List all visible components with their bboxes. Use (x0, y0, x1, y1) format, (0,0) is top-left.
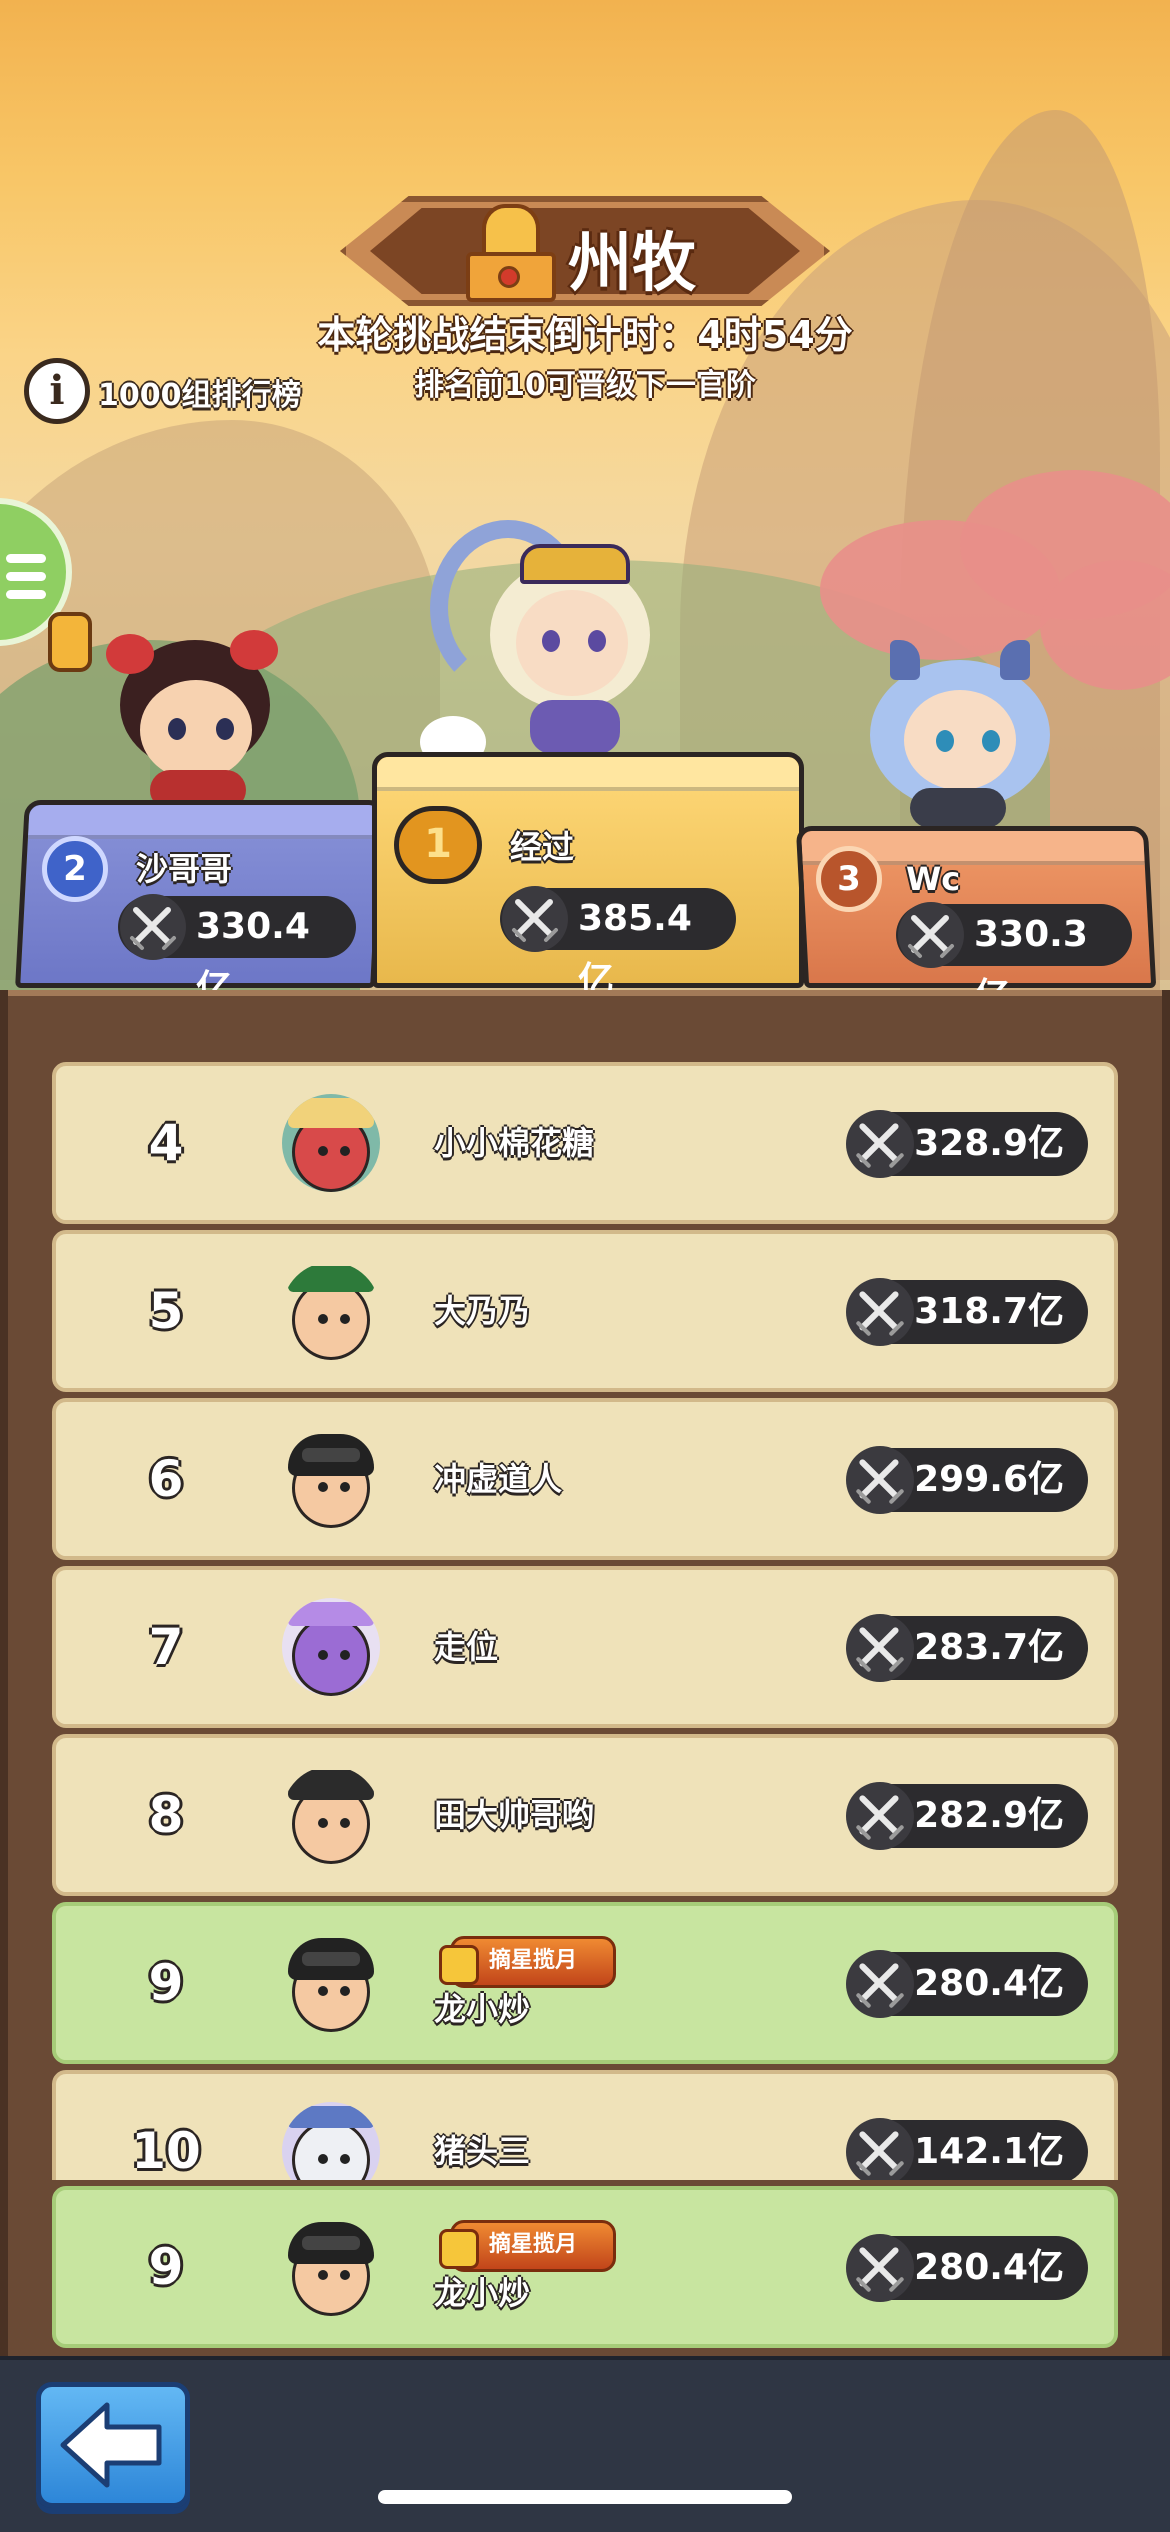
crossed-swords-icon (120, 894, 186, 960)
rank2-character (106, 630, 290, 810)
list-item[interactable]: 7 走位 283.7亿 (52, 1566, 1118, 1728)
crossed-swords-icon (846, 2234, 914, 2302)
avatar (282, 1094, 380, 1192)
power-value: 299.6亿 (914, 1459, 1064, 1500)
list-item[interactable]: 4 小小棉花糖 328.9亿 (52, 1062, 1118, 1224)
podium-name: Wc (906, 860, 961, 898)
crossed-swords-icon (846, 1110, 914, 1178)
leaderboard-header-scene: 州牧 本轮挑战结束倒计时：4时54分 排名前10可晋级下一官阶 i 1000组排… (0, 0, 1170, 990)
list-item[interactable]: 5 大乃乃 318.7亿 (52, 1230, 1118, 1392)
trophy-icon (460, 196, 556, 302)
group-label: 1000组排行榜 (98, 378, 302, 413)
player-name: 冲虚道人 (434, 1460, 563, 1498)
player-name: 猪头三 (434, 2132, 531, 2170)
power-value: 328.9亿 (914, 1123, 1064, 1164)
power-badge: 299.6亿 (846, 1446, 1088, 1514)
podium-name: 沙哥哥 (136, 850, 233, 888)
avatar (282, 2102, 380, 2180)
rank-number: 8 (148, 1786, 184, 1844)
avatar (282, 1934, 380, 2032)
countdown-text: 本轮挑战结束倒计时：4时54分 (317, 313, 853, 357)
home-indicator[interactable] (378, 2490, 792, 2504)
rank-number: 7 (148, 1618, 184, 1676)
power-badge: 142.1亿 (846, 2118, 1088, 2180)
power-badge: 318.7亿 (846, 1278, 1088, 1346)
list-item[interactable]: 6 冲虚道人 299.6亿 (52, 1398, 1118, 1560)
avatar (282, 1766, 380, 1864)
back-button[interactable] (36, 2382, 190, 2508)
power-value: 142.1亿 (914, 2131, 1064, 2172)
crossed-swords-icon (898, 902, 964, 968)
player-name: 田大帅哥哟 (434, 1796, 595, 1834)
rank-number: 5 (148, 1282, 184, 1340)
crossed-swords-icon (846, 1782, 914, 1850)
power-badge: 280.4亿 (846, 1950, 1088, 2018)
rank-1-medal: 1 (394, 806, 482, 884)
rank-number: 6 (148, 1450, 184, 1508)
rank3-character (860, 640, 1060, 830)
podium-power: 330.4亿 (118, 894, 356, 990)
power-badge: 280.4亿 (846, 2234, 1088, 2302)
rank1-character (420, 520, 710, 768)
avatar (282, 1430, 380, 1528)
player-name: 龙小炒 (434, 1990, 531, 2028)
lantern-icon (48, 612, 92, 672)
rank-number: 4 (148, 1114, 184, 1172)
crossed-swords-icon (846, 1614, 914, 1682)
power-value: 318.7亿 (914, 1291, 1064, 1332)
power-badge: 282.9亿 (846, 1782, 1088, 1850)
rank-number: 10 (131, 2122, 201, 2180)
avatar (282, 1598, 380, 1696)
player-name: 走位 (434, 1628, 499, 1666)
rank-number: 9 (148, 1954, 184, 2012)
crossed-swords-icon (846, 1950, 914, 2018)
crossed-swords-icon (846, 2118, 914, 2180)
rank-2-medal: 2 (42, 836, 108, 902)
player-name: 小小棉花糖 (434, 1124, 595, 1162)
list-item[interactable]: 8 田大帅哥哟 282.9亿 (52, 1734, 1118, 1896)
crossed-swords-icon (846, 1446, 914, 1514)
power-value: 282.9亿 (914, 1795, 1064, 1836)
power-value: 283.7亿 (914, 1627, 1064, 1668)
back-arrow-icon (60, 2402, 162, 2488)
crossed-swords-icon (846, 1278, 914, 1346)
podium-power: 385.4亿 (500, 886, 736, 990)
podium-power: 330.3亿 (896, 902, 1132, 990)
power-value: 280.4亿 (914, 2247, 1064, 2288)
podium-name: 经过 (510, 828, 575, 866)
list-item[interactable]: 9 摘星揽月 龙小炒 280.4亿 (52, 1902, 1118, 2064)
avatar (282, 2218, 380, 2316)
rank-banner: 州牧 (340, 196, 830, 306)
my-rank-row[interactable]: 9 摘星揽月 龙小炒 280.4亿 (52, 2186, 1118, 2348)
power-badge: 283.7亿 (846, 1614, 1088, 1682)
rank-number: 9 (148, 2238, 184, 2296)
info-icon[interactable]: i (24, 358, 90, 424)
avatar (282, 1262, 380, 1360)
list-item[interactable]: 10 猪头三 142.1亿 (52, 2070, 1118, 2180)
power-badge: 328.9亿 (846, 1110, 1088, 1178)
player-name: 龙小炒 (434, 2274, 531, 2312)
crossed-swords-icon (502, 886, 568, 952)
rank-title: 州牧 (568, 227, 696, 301)
player-name: 大乃乃 (434, 1292, 531, 1330)
leaderboard-list[interactable]: 4 小小棉花糖 328.9亿 5 大乃乃 318.7亿 6 冲虚道人 299.6… (0, 1054, 1170, 2180)
power-value: 280.4亿 (914, 1963, 1064, 2004)
rank-3-medal: 3 (816, 846, 882, 912)
